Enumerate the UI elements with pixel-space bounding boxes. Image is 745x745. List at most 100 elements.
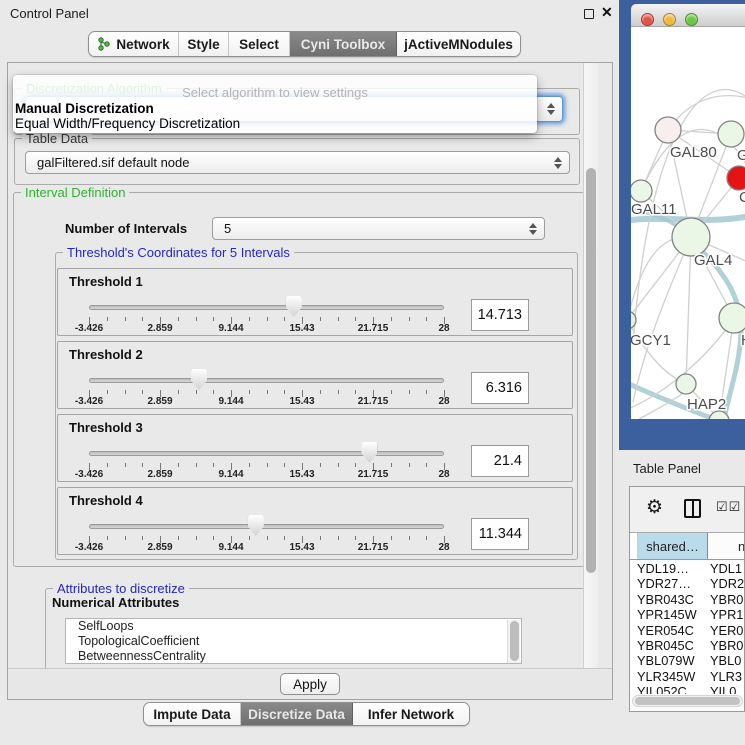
slider-tick-label: 15.43 [289,542,314,553]
network-node-label: HAP2 [687,396,726,413]
mac-zoom-icon[interactable] [685,13,698,26]
column-header-name[interactable]: n [708,533,744,559]
slider-track[interactable] [89,305,444,310]
table-data-combobox[interactable]: galFiltered.sif default node [25,151,570,174]
slider-tick-label: 2.859 [147,323,172,334]
table-panel-title: Table Panel [633,461,701,476]
panel-scrollbar[interactable] [583,63,598,683]
table-row[interactable]: YDR27…YDR2 [630,576,744,591]
table-row[interactable]: YER054CYER0 [630,623,744,638]
cell-shared-name[interactable]: YER054C [630,623,710,638]
attribute-list-item[interactable]: TopologicalCoefficient [66,634,521,649]
algorithm-prompt-option[interactable]: Select algorithm to view settings [13,85,537,100]
slider-tick [107,463,108,467]
table-row[interactable]: YBL079WYBL0 [630,653,744,668]
tab-select[interactable]: Select [229,32,290,56]
network-window-titlebar[interactable] [631,4,745,27]
threshold-panel: Threshold 3-3.4262.8599.14415.4321.71528… [57,414,573,482]
slider-thumb[interactable] [191,369,207,390]
table-row[interactable]: YBR043CYBR0 [630,592,744,607]
threshold-value-field[interactable]: 6.316 [471,372,529,404]
slider-tick-label: -3.426 [75,469,103,480]
tab-discretize-data[interactable]: Discretize Data [241,703,353,725]
network-edge[interactable] [686,237,691,384]
slider-track[interactable] [89,451,444,456]
network-node[interactable] [718,121,744,147]
network-node[interactable] [672,218,710,256]
checkbox-icons[interactable]: ☑☑ [716,499,741,515]
cell-name[interactable]: YBL0 [710,653,744,668]
cell-shared-name[interactable]: YIL052C [630,684,710,694]
threshold-value-field[interactable]: 14.713 [471,299,529,331]
number-of-intervals-combobox[interactable]: 5 [212,217,545,240]
tab-cyni-toolbox[interactable]: Cyni Toolbox [290,32,397,56]
tab-network[interactable]: Network [89,32,179,56]
network-node[interactable] [727,166,745,190]
network-node[interactable] [655,117,681,143]
gear-icon[interactable]: ⚙ [646,496,663,519]
split-view-icon[interactable] [684,499,701,518]
algorithm-option-equal-width[interactable]: Equal Width/Frequency Discretization [15,116,240,131]
slider-thumb[interactable] [248,515,264,536]
cell-shared-name[interactable]: YDR27… [630,576,710,591]
threshold-value-field[interactable]: 11.344 [471,518,529,550]
table-hscrollbar-thumb[interactable] [635,697,740,705]
panel-scrollbar-thumb[interactable] [586,168,596,573]
cell-shared-name[interactable]: YPR145W [630,607,710,622]
table-row[interactable]: YBR045CYBR0 [630,638,744,653]
cell-name[interactable]: YBR0 [710,638,744,653]
table-body[interactable]: YDL19…YDL1YDR27…YDR2YBR043CYBR0YPR145WYP… [630,561,744,694]
apply-button[interactable]: Apply [280,673,340,695]
threshold-label: Threshold 2 [69,347,143,362]
interval-definition-title: Interval Definition [21,185,129,200]
cell-shared-name[interactable]: YBR043C [630,592,710,607]
cell-name[interactable]: YIL0 [710,684,744,694]
cell-shared-name[interactable]: YLR345W [630,669,710,684]
cell-name[interactable]: YDL1 [710,561,744,576]
mac-minimize-icon[interactable] [663,13,676,26]
mac-close-icon[interactable] [641,13,654,26]
cell-shared-name[interactable]: YBR045C [630,638,710,653]
list-scrollbar[interactable] [507,620,520,664]
table-row[interactable]: YDL19…YDL1 [630,561,744,576]
cell-name[interactable]: YPR1 [710,607,744,622]
slider-tick [142,390,143,394]
numerical-attributes-list[interactable]: SelfLoopsTopologicalCoefficientBetweenne… [65,618,522,664]
table-row[interactable]: YLR345WYLR3 [630,669,744,684]
cell-name[interactable]: YDR2 [710,576,744,591]
cell-name[interactable]: YER0 [710,623,744,638]
column-header-shared[interactable]: shared… [638,533,708,559]
slider-thumb[interactable] [286,296,302,317]
attribute-list-item[interactable]: SelfLoops [66,619,521,634]
network-node[interactable] [676,374,696,394]
table-row[interactable]: YPR145WYPR1 [630,607,744,622]
threshold-label: Threshold 1 [69,274,143,289]
close-icon[interactable]: ✕ [601,4,613,21]
threshold-label: Threshold 3 [69,420,143,435]
slider-track[interactable] [89,524,444,529]
tab-infer-network[interactable]: Infer Network [353,703,469,725]
attribute-list-item[interactable]: BetweennessCentrality [66,649,521,664]
algorithm-option-manual[interactable]: Manual Discretization [15,101,154,116]
table-row[interactable]: YIL052CYIL0 [630,684,744,694]
slider-tick [249,463,250,467]
cyni-bottom-tabbar: Impute Data Discretize Data Infer Networ… [143,702,470,726]
cell-shared-name[interactable]: YBL079W [630,653,710,668]
cell-shared-name[interactable]: YDL19… [630,561,710,576]
network-node-label: GAL11 [631,201,677,218]
threshold-value-field[interactable]: 21.4 [471,445,529,477]
slider-tick [178,317,179,321]
slider-track[interactable] [89,378,444,383]
table-hscrollbar[interactable] [632,695,743,707]
cell-name[interactable]: YBR0 [710,592,744,607]
network-canvas[interactable]: GAL80GACGAL11GAL4GCY1HHAP2 [631,27,745,419]
float-window-icon[interactable] [584,9,594,19]
network-node[interactable] [719,303,745,333]
tab-style[interactable]: Style [179,32,229,56]
network-node[interactable] [631,180,652,202]
tab-impute-data[interactable]: Impute Data [144,703,241,725]
slider-thumb[interactable] [361,442,377,463]
cell-name[interactable]: YLR3 [710,669,744,684]
tab-jactivemnodules[interactable]: jActiveMNodules [397,32,520,56]
algorithm-dropdown-popup: Select algorithm to view settings Manual… [13,75,537,133]
